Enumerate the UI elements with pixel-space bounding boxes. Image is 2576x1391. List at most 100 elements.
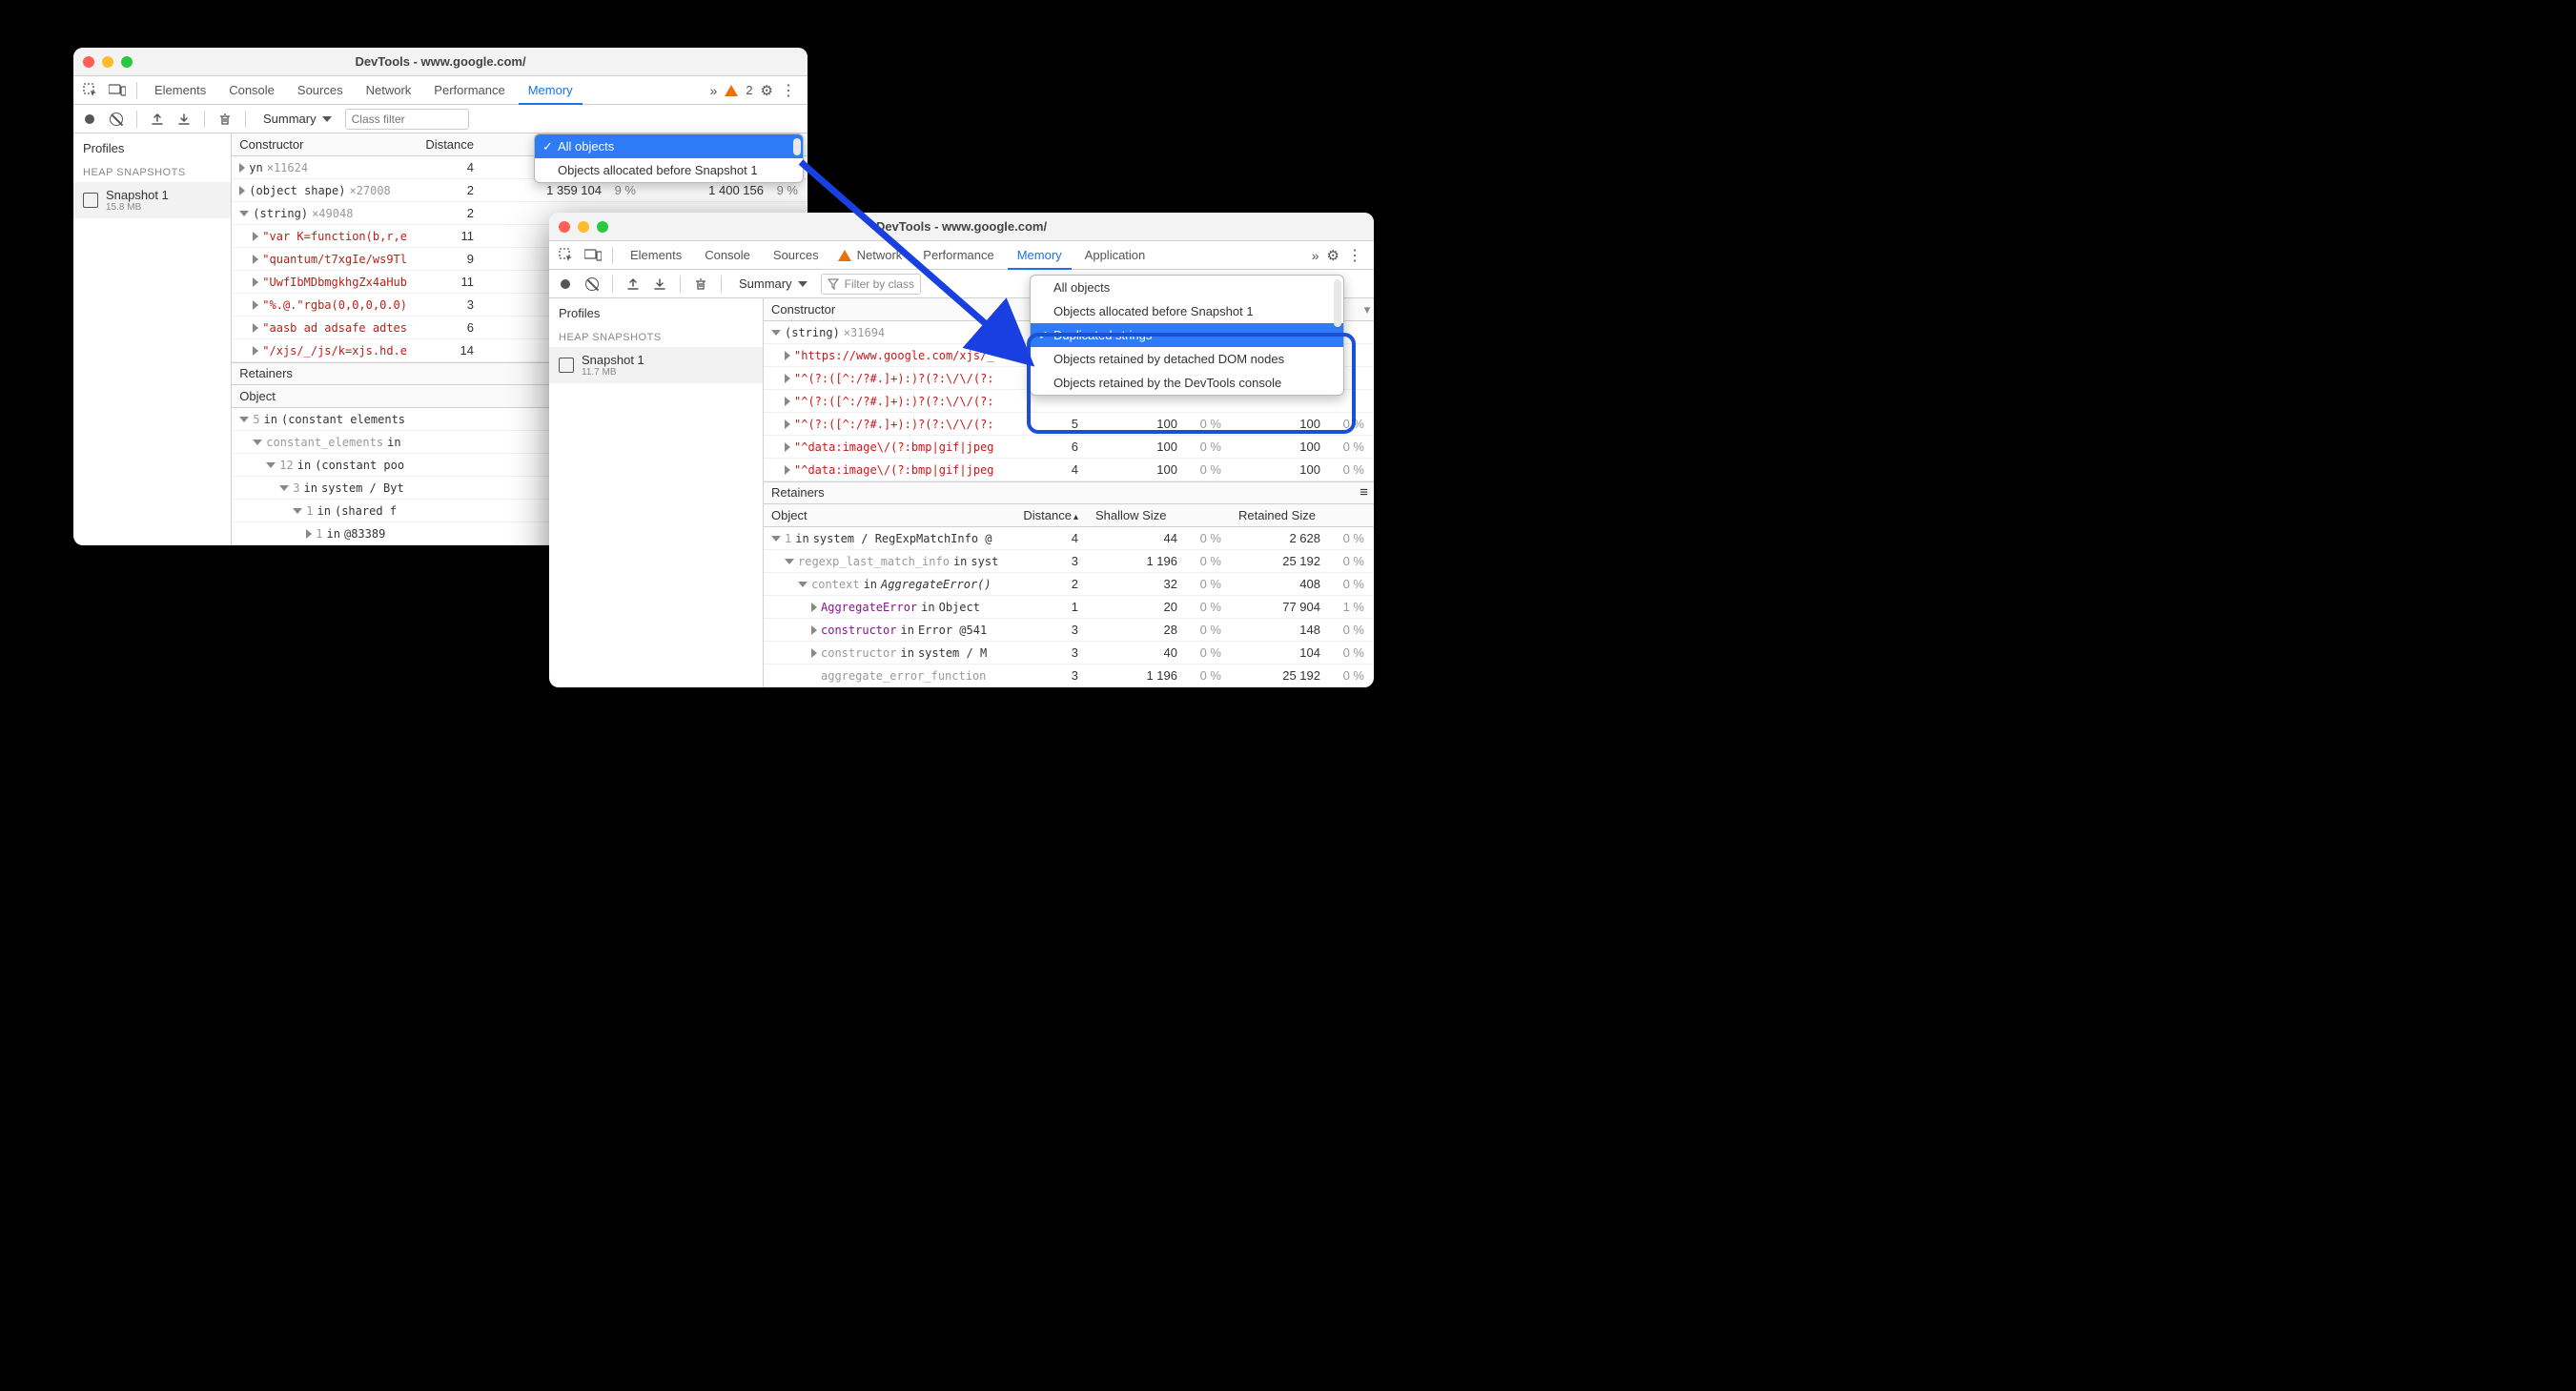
table-row[interactable]: "^data:image\/(?:bmp|gif|jpeg41000 %1000… [764,459,1374,481]
chevron-right-icon[interactable] [239,163,245,173]
clear-icon[interactable] [582,274,603,295]
chevron-down-icon[interactable]: ▾ [1360,302,1374,317]
tab-application[interactable]: Application [1075,241,1155,270]
col-constructor[interactable]: Constructor [764,302,960,317]
chevron-right-icon[interactable] [811,625,817,635]
scrollbar-thumb[interactable] [1334,279,1341,327]
chevron-down-icon[interactable] [279,485,289,491]
retainer-row[interactable]: AggregateError in Object1200 %77 9041 % [764,596,1374,619]
view-dropdown[interactable]: Summary [731,276,815,291]
gc-icon[interactable] [690,274,711,295]
retainer-row[interactable]: aggregate_error_function31 1960 %25 1920… [764,665,1374,687]
warning-icon[interactable] [725,85,738,96]
dropdown-item[interactable]: Objects retained by detached DOM nodes [1031,347,1343,371]
class-filter-input[interactable] [345,109,469,130]
chevron-right-icon[interactable] [785,419,790,429]
upload-icon[interactable] [147,109,168,130]
chevron-right-icon[interactable] [239,186,245,195]
dropdown-item[interactable]: All objects [535,134,803,158]
chevron-down-icon[interactable] [798,582,808,587]
chevron-down-icon[interactable] [239,211,249,216]
col-object[interactable]: Object [764,508,1012,522]
upload-icon[interactable] [623,274,644,295]
tab-sources[interactable]: Sources [288,76,353,105]
shallow-pct-cell: 0 % [1183,554,1231,568]
gear-icon[interactable]: ⚙ [1327,247,1339,264]
more-icon[interactable] [1347,246,1362,265]
chevron-right-icon[interactable] [253,300,258,310]
chevron-right-icon[interactable] [785,465,790,475]
scrollbar-thumb[interactable] [793,138,801,155]
overflow-icon[interactable]: » [710,83,718,98]
snapshot-item[interactable]: Snapshot 1 15.8 MB [73,182,231,218]
chevron-right-icon[interactable] [785,351,790,360]
device-icon[interactable] [106,79,129,102]
chevron-right-icon[interactable] [785,374,790,383]
col-constructor[interactable]: Constructor [232,137,407,152]
dropdown-item[interactable]: All objects [1031,276,1343,299]
record-icon[interactable] [555,274,576,295]
menu-icon[interactable] [1360,481,1368,504]
tab-sources[interactable]: Sources [764,241,828,270]
chevron-right-icon[interactable] [811,603,817,612]
device-icon[interactable] [582,244,604,267]
chevron-down-icon[interactable] [293,508,302,514]
dropdown-item[interactable]: Objects retained by the DevTools console [1031,371,1343,395]
tab-elements[interactable]: Elements [145,76,215,105]
chevron-down-icon[interactable] [771,330,781,336]
chevron-right-icon[interactable] [785,397,790,406]
inspect-icon[interactable] [79,79,102,102]
retainer-row[interactable]: constructor in Error @5413280 %1480 % [764,619,1374,642]
retainer-row[interactable]: 1 in system / RegExpMatchInfo @4440 %2 6… [764,527,1374,550]
chevron-down-icon[interactable] [785,559,794,564]
chevron-right-icon[interactable] [253,346,258,356]
gc-icon[interactable] [215,109,235,130]
overflow-icon[interactable]: » [1312,248,1319,263]
chevron-right-icon[interactable] [253,232,258,241]
gear-icon[interactable]: ⚙ [761,82,773,99]
download-icon[interactable] [649,274,670,295]
col-shallow[interactable]: Shallow Size [1088,508,1231,522]
chevron-right-icon[interactable] [306,529,312,539]
tab-performance[interactable]: Performance [424,76,514,105]
divider [612,247,613,264]
chevron-right-icon[interactable] [253,255,258,264]
col-retained[interactable]: Retained Size [1231,508,1374,522]
retainer-row[interactable]: regexp_last_match_info in syst31 1960 %2… [764,550,1374,573]
chevron-down-icon[interactable] [771,536,781,542]
tab-network-with-warning[interactable]: Network [832,241,910,270]
chevron-down-icon[interactable] [239,417,249,422]
clear-icon[interactable] [106,109,127,130]
dropdown-item[interactable]: Duplicated strings [1031,323,1343,347]
tab-network[interactable]: Network [357,76,421,105]
tab-memory[interactable]: Memory [519,76,583,105]
more-icon[interactable] [781,81,796,100]
tab-console[interactable]: Console [695,241,760,270]
chevron-right-icon[interactable] [785,442,790,452]
dropdown-item[interactable]: Objects allocated before Snapshot 1 [535,158,803,182]
tab-console[interactable]: Console [219,76,284,105]
col-distance[interactable]: Distance [407,137,483,152]
filter-dropdown[interactable]: All objects Objects allocated before Sna… [1030,275,1344,396]
dropdown-item[interactable]: Objects allocated before Snapshot 1 [1031,299,1343,323]
chevron-right-icon[interactable] [253,323,258,333]
table-row[interactable]: "^(?:([^:/?#.]+):)?(?:\/\/(?:51000 %1000… [764,413,1374,436]
retainer-row[interactable]: constructor in system / M3400 %1040 % [764,642,1374,665]
chevron-right-icon[interactable] [811,648,817,658]
retainer-row[interactable]: context in AggregateError()2320 %4080 % [764,573,1374,596]
snapshot-item[interactable]: Snapshot 1 11.7 MB [549,347,763,383]
view-dropdown[interactable]: Summary [256,112,339,126]
download-icon[interactable] [174,109,194,130]
record-icon[interactable] [79,109,100,130]
chevron-down-icon[interactable] [253,440,262,445]
tab-elements[interactable]: Elements [621,241,691,270]
filter-dropdown[interactable]: All objects Objects allocated before Sna… [534,133,804,183]
chevron-down-icon[interactable] [266,462,276,468]
tab-memory[interactable]: Memory [1008,241,1072,270]
chevron-right-icon[interactable] [253,277,258,287]
tab-performance[interactable]: Performance [913,241,1003,270]
col-distance[interactable]: Distance [1012,508,1088,522]
table-row[interactable]: "^data:image\/(?:bmp|gif|jpeg61000 %1000… [764,436,1374,459]
inspect-icon[interactable] [555,244,578,267]
class-filter-input[interactable]: Filter by class [821,274,921,295]
